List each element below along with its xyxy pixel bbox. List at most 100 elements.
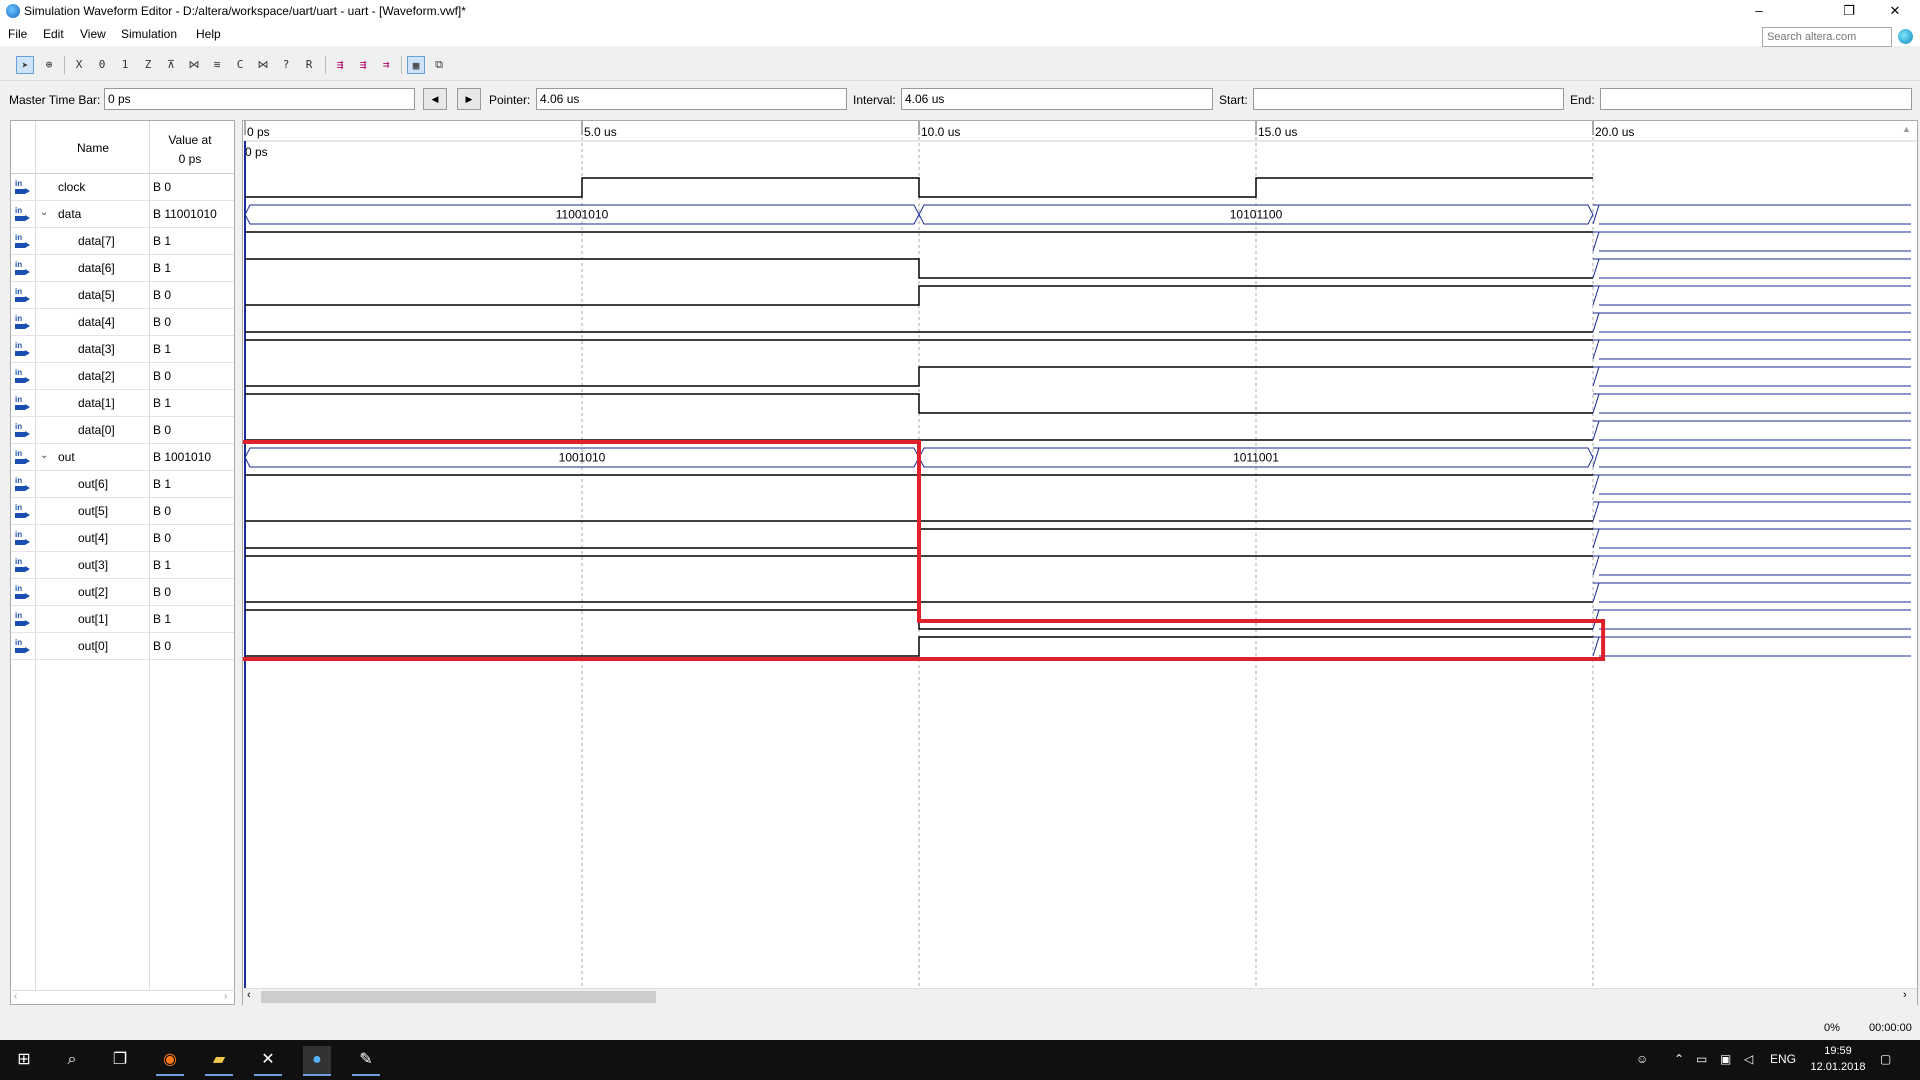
signal-row[interactable]: in data[4] B 0 [11, 309, 234, 336]
file-explorer-icon[interactable]: ▰ [205, 1046, 233, 1076]
run-functional-sim-icon[interactable]: ⇶ [331, 56, 349, 74]
count-value-icon[interactable]: ⋈ [185, 56, 203, 74]
column-header-value[interactable]: Value at 0 ps [149, 131, 231, 169]
start-field[interactable] [1253, 88, 1564, 110]
column-header-value-line1: Value at [168, 133, 212, 147]
signal-row[interactable]: in data[0] B 0 [11, 417, 234, 444]
signal-row[interactable]: in data[5] B 0 [11, 282, 234, 309]
weak-low-icon[interactable]: C [231, 56, 249, 74]
undefined-tail [1592, 312, 1911, 333]
scrollbar-thumb[interactable] [261, 991, 656, 1003]
scroll-right-arrow-icon[interactable]: › [1903, 989, 1907, 1001]
taskbar-date: 12.01.2018 [1810, 1061, 1866, 1073]
overwrite-clock-icon[interactable]: ⊼ [162, 56, 180, 74]
signal-row[interactable]: in out[4] B 0 [11, 525, 234, 552]
paint-icon[interactable]: ✎ [352, 1046, 380, 1076]
quartus-tools-icon[interactable]: ✕ [254, 1046, 282, 1076]
signal-row[interactable]: in clock B 0 [11, 174, 234, 201]
pointer-tool-icon[interactable]: ➤ [16, 56, 34, 74]
signal-name: data[2] [78, 369, 115, 383]
restore-button[interactable]: ❐ [1826, 0, 1872, 22]
signal-row[interactable]: in out[3] B 1 [11, 552, 234, 579]
signal-row[interactable]: in out[6] B 1 [11, 471, 234, 498]
column-header-name[interactable]: Name [77, 141, 109, 155]
signal-row[interactable]: in data[7] B 1 [11, 228, 234, 255]
time-tick-label: 0 ps [247, 125, 270, 139]
battery-icon[interactable]: ▭ [1696, 1052, 1707, 1066]
waveform-pane[interactable]: 0 ps 5.0 us 10.0 us 15.0 us 20.0 us 0 ps 11001… [242, 120, 1918, 1005]
high-z-icon[interactable]: R [300, 56, 318, 74]
dont-care-icon[interactable]: ? [277, 56, 295, 74]
zoom-tool-icon[interactable]: ⊕ [40, 56, 58, 74]
force-high-icon[interactable]: 1 [116, 56, 134, 74]
group-icon[interactable]: ⧉ [430, 56, 448, 74]
menu-edit[interactable]: Edit [43, 27, 64, 41]
weak-high-icon[interactable]: ⋈ [254, 56, 272, 74]
signal-table-header: Name Value at 0 ps [11, 121, 234, 174]
signal-row[interactable]: in out[1] B 1 [11, 606, 234, 633]
waveform-horizontal-scrollbar[interactable]: ‹ › [243, 988, 1917, 1005]
menu-file[interactable]: File [8, 27, 27, 41]
quartus-icon[interactable]: ● [303, 1046, 331, 1076]
taskbar-time: 19:59 [1824, 1045, 1852, 1057]
people-icon[interactable]: ☺ [1636, 1052, 1648, 1066]
volume-icon[interactable]: ◁ [1744, 1052, 1753, 1066]
close-button[interactable]: ✕ [1872, 0, 1918, 22]
minimize-button[interactable]: – [1736, 0, 1782, 22]
undefined-tail [1592, 366, 1911, 387]
next-transition-button[interactable]: ▶ [457, 88, 481, 110]
signal-value: B 1 [153, 342, 172, 356]
signal-row[interactable]: in data[1] B 1 [11, 390, 234, 417]
run-timing-sim-icon[interactable]: ⇶ [354, 56, 372, 74]
title-bar: Simulation Waveform Editor - D:/altera/w… [0, 0, 1920, 22]
scroll-left-arrow-icon[interactable]: ‹ [247, 989, 251, 1001]
interval-field[interactable]: 4.06 us [901, 88, 1213, 110]
language-indicator[interactable]: ENG [1770, 1052, 1796, 1066]
signal-value: B 0 [153, 504, 172, 518]
menu-help[interactable]: Help [196, 27, 221, 41]
task-view-icon[interactable]: ❐ [106, 1046, 134, 1074]
search-icon[interactable]: ⌕ [58, 1046, 86, 1074]
out-bit-waveform [245, 636, 1593, 657]
invert-icon[interactable]: Z [139, 56, 157, 74]
snap-to-grid-icon[interactable]: ▦ [407, 56, 425, 74]
signal-row[interactable]: in data[3] B 1 [11, 336, 234, 363]
notifications-icon[interactable]: ▢ [1880, 1052, 1891, 1066]
input-pin-icon: in [15, 639, 30, 653]
taskbar-clock[interactable]: 19:59 12.01.2018 [1808, 1043, 1868, 1075]
signal-row[interactable]: in data[6] B 1 [11, 255, 234, 282]
waveform-vertical-scrollbar[interactable]: ▲ [1898, 124, 1916, 984]
signal-row[interactable]: in ⌄ data B 11001010 [11, 201, 234, 228]
signal-value: B 1 [153, 396, 172, 410]
run-netlist-sim-icon[interactable]: ⇉ [377, 56, 395, 74]
search-input[interactable]: Search altera.com [1762, 27, 1892, 47]
expand-chevron-icon[interactable]: ⌄ [40, 450, 48, 461]
end-field[interactable] [1600, 88, 1912, 110]
force-low-icon[interactable]: 0 [93, 56, 111, 74]
pin-text: in [15, 206, 23, 215]
random-value-icon[interactable]: ≋ [208, 56, 226, 74]
tray-chevron-icon[interactable]: ⌃ [1674, 1052, 1684, 1066]
interval-label: Interval: [853, 93, 896, 107]
expand-chevron-icon[interactable]: ⌄ [40, 207, 48, 218]
prev-transition-button[interactable]: ◀ [423, 88, 447, 110]
waveform-x-icon[interactable]: X [70, 56, 88, 74]
signal-row[interactable]: in ⌄ out B 1001010 [11, 444, 234, 471]
cursor-label: 0 ps [245, 145, 268, 159]
globe-icon[interactable] [1898, 29, 1913, 44]
signal-list-scrollbar[interactable]: ‹ › [10, 990, 235, 1007]
waveform-canvas[interactable]: 0 ps 5.0 us 10.0 us 15.0 us 20.0 us 0 ps 11001… [243, 121, 1918, 991]
signal-row[interactable]: in data[2] B 0 [11, 363, 234, 390]
menu-simulation[interactable]: Simulation [121, 27, 177, 41]
signal-row[interactable]: in out[0] B 0 [11, 633, 234, 660]
network-icon[interactable]: ▣ [1720, 1052, 1731, 1066]
signal-row[interactable]: in out[2] B 0 [11, 579, 234, 606]
input-pin-icon: in [15, 234, 30, 248]
menu-view[interactable]: View [80, 27, 106, 41]
windows-start-icon[interactable]: ⊞ [10, 1046, 38, 1074]
signal-row[interactable]: in out[5] B 0 [11, 498, 234, 525]
pointer-field[interactable]: 4.06 us [536, 88, 847, 110]
signal-value: B 0 [153, 531, 172, 545]
master-time-bar-field[interactable]: 0 ps [104, 88, 415, 110]
firefox-icon[interactable]: ◉ [156, 1046, 184, 1076]
